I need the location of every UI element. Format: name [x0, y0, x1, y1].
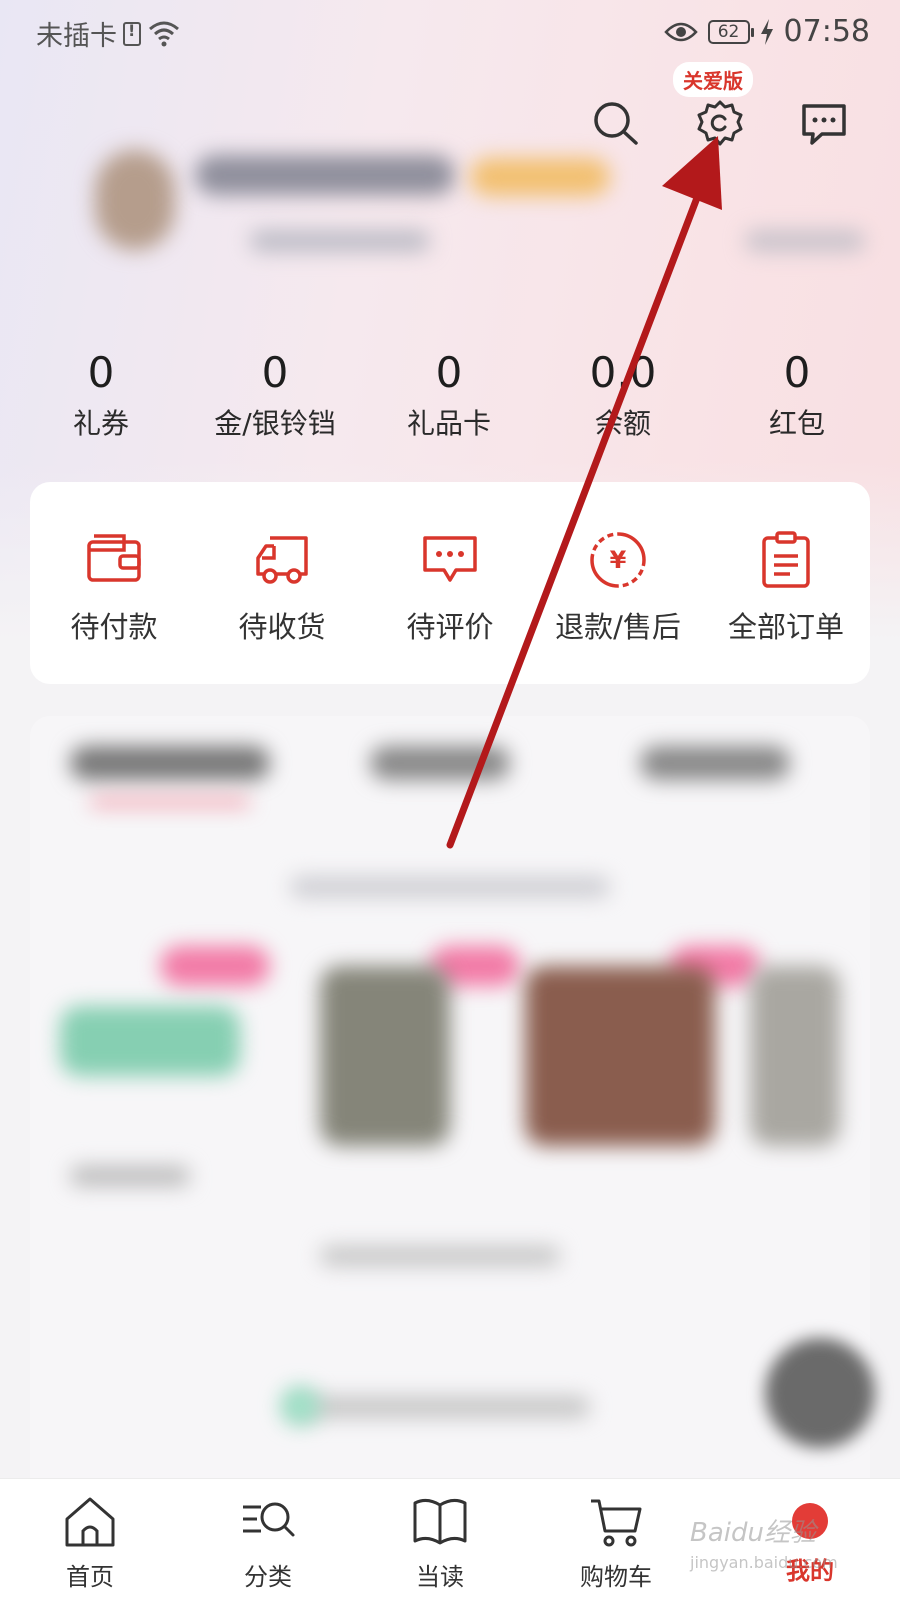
wifi-icon	[149, 21, 179, 46]
wallet-icon	[87, 534, 141, 582]
stat-red-packet[interactable]: 0 红包	[712, 350, 882, 442]
message-icon[interactable]	[798, 98, 850, 150]
product-title	[70, 1166, 190, 1186]
stat-label: 金/银铃铛	[214, 407, 336, 440]
stat-value: 0.0	[589, 348, 657, 397]
stat-label: 礼券	[72, 407, 129, 440]
product-image[interactable]	[320, 966, 450, 1146]
stat-balance[interactable]: 0.0 余额	[538, 350, 708, 442]
order-card: 待付款 待收货 待评价 ¥ 退款/售后 全部订单	[30, 482, 870, 684]
tab-placeholder[interactable]	[70, 746, 270, 780]
product-image[interactable]	[60, 1006, 240, 1076]
status-bar: 未插卡 62 07:58	[0, 0, 900, 62]
order-pending-delivery[interactable]: 待收货	[198, 530, 366, 646]
floating-action-button[interactable]	[765, 1338, 875, 1448]
refund-icon: ¥	[590, 532, 646, 588]
order-label: 全部订单	[727, 610, 844, 644]
nav-label: 首页	[66, 1563, 114, 1591]
nav-cart[interactable]: 购物车	[556, 1493, 676, 1592]
product-title	[320, 1246, 560, 1266]
stat-value: 0	[783, 348, 811, 397]
section-caption	[290, 876, 610, 898]
comment-icon	[423, 536, 477, 582]
charging-icon	[760, 18, 773, 45]
clipboard-icon	[762, 531, 810, 588]
recommendation-section	[30, 716, 870, 1536]
order-label: 待付款	[70, 610, 158, 644]
nav-label: 分类	[244, 1563, 292, 1591]
nav-label: 购物车	[580, 1563, 652, 1591]
stat-label: 红包	[768, 407, 825, 440]
home-icon	[65, 1497, 115, 1547]
eye-icon	[663, 22, 698, 41]
profile-link-placeholder	[745, 230, 865, 252]
nav-category[interactable]: 分类	[208, 1493, 328, 1592]
product-title	[290, 1396, 590, 1418]
profile-subtitle-placeholder	[250, 230, 430, 252]
nav-label: 当读	[416, 1563, 464, 1591]
book-icon	[413, 1498, 467, 1545]
product-image[interactable]	[750, 966, 840, 1146]
watermark-brand: Baidu经验	[690, 1518, 816, 1548]
product-image[interactable]	[525, 966, 715, 1146]
cart-icon	[591, 1499, 642, 1547]
order-label: 退款/售后	[555, 610, 681, 644]
order-refund[interactable]: ¥ 退款/售后	[534, 530, 702, 646]
stat-gift-card[interactable]: 0 礼品卡	[364, 350, 534, 442]
stat-bells[interactable]: 0 金/银铃铛	[190, 350, 360, 442]
stat-value: 0	[435, 348, 463, 397]
username-placeholder	[195, 155, 455, 195]
carrier-text: 未插卡	[36, 21, 117, 52]
sim-alert-icon	[123, 21, 141, 46]
avatar[interactable]	[95, 150, 175, 250]
stat-value: 0	[261, 348, 289, 397]
product-tag	[160, 946, 270, 986]
battery-icon: 62	[707, 19, 754, 44]
watermark-url: jingyan.baidu.com	[690, 1553, 838, 1572]
truck-icon	[256, 536, 308, 584]
stat-value: 0	[87, 348, 115, 397]
tab-placeholder[interactable]	[370, 746, 510, 780]
tab-placeholder[interactable]	[640, 746, 790, 780]
order-pending-payment[interactable]: 待付款	[30, 530, 198, 646]
clock-text: 07:58	[783, 14, 870, 49]
order-all[interactable]: 全部订单	[702, 530, 870, 646]
nav-reading[interactable]: 当读	[380, 1493, 500, 1592]
stat-coupons[interactable]: 0 礼券	[16, 350, 186, 442]
stat-label: 礼品卡	[406, 407, 491, 440]
order-label: 待评价	[406, 610, 494, 644]
gear-icon[interactable]	[694, 98, 746, 150]
stat-label: 余额	[594, 407, 651, 440]
category-icon	[243, 1502, 295, 1537]
nav-home[interactable]: 首页	[30, 1493, 150, 1592]
order-pending-review[interactable]: 待评价	[366, 530, 534, 646]
product-tag	[280, 1386, 320, 1426]
order-label: 待收货	[238, 610, 326, 644]
svg-text:¥: ¥	[610, 546, 627, 574]
status-right: 62 07:58	[663, 14, 870, 49]
member-level-badge	[470, 158, 610, 196]
status-left: 未插卡	[36, 14, 181, 53]
search-icon[interactable]	[590, 98, 642, 150]
care-mode-badge[interactable]: 关爱版	[673, 62, 753, 97]
tab-underline	[90, 798, 250, 806]
